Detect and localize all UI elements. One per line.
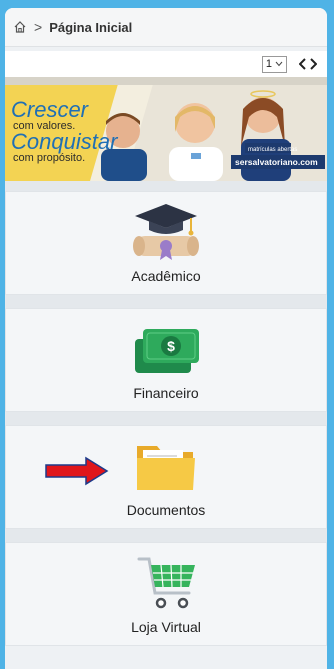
banner-pager: 1 bbox=[5, 51, 327, 77]
banner-line4: com propósito. bbox=[13, 152, 85, 164]
svg-text:$: $ bbox=[167, 338, 175, 354]
divider bbox=[5, 295, 327, 308]
menu-label-financeiro: Financeiro bbox=[133, 385, 199, 401]
banner-section: 1 Crescer com valores. Conquistar com pr… bbox=[5, 51, 327, 181]
graduation-cap-diploma-icon bbox=[133, 204, 199, 260]
home-icon[interactable] bbox=[13, 20, 27, 34]
red-arrow-icon bbox=[45, 456, 109, 486]
banner-badge: matrículas abertas bbox=[248, 147, 297, 153]
banner-image: Crescer com valores. Conquistar com prop… bbox=[5, 77, 327, 181]
banner-line3: Conquistar bbox=[11, 129, 119, 154]
code-arrows-icon[interactable] bbox=[299, 58, 317, 70]
page-select[interactable]: 1 bbox=[261, 55, 287, 73]
page-select-value: 1 bbox=[265, 58, 272, 70]
divider bbox=[5, 181, 327, 191]
app-frame: > Página Inicial 1 Crescer com valores. … bbox=[5, 8, 327, 669]
banner-line1: Crescer bbox=[11, 97, 90, 122]
divider bbox=[5, 412, 327, 425]
divider bbox=[5, 529, 327, 542]
shopping-cart-icon bbox=[137, 557, 195, 609]
menu-label-loja-virtual: Loja Virtual bbox=[131, 619, 201, 635]
menu-card-academico[interactable]: Acadêmico bbox=[5, 191, 327, 295]
menu-card-loja-virtual[interactable]: Loja Virtual bbox=[5, 542, 327, 646]
folder-icon bbox=[137, 446, 195, 490]
money-bills-icon: $ bbox=[135, 329, 199, 373]
banner-website: sersalvatoriano.com bbox=[235, 157, 318, 167]
promo-banner[interactable]: Crescer com valores. Conquistar com prop… bbox=[5, 77, 327, 181]
chevron-down-icon bbox=[275, 61, 283, 67]
breadcrumb-separator: > bbox=[34, 19, 43, 35]
menu-card-financeiro[interactable]: $ Financeiro bbox=[5, 308, 327, 412]
breadcrumb-current: Página Inicial bbox=[49, 19, 133, 35]
menu-label-academico: Acadêmico bbox=[131, 268, 201, 284]
breadcrumb: > Página Inicial bbox=[5, 8, 327, 47]
menu-label-documentos: Documentos bbox=[126, 502, 206, 518]
